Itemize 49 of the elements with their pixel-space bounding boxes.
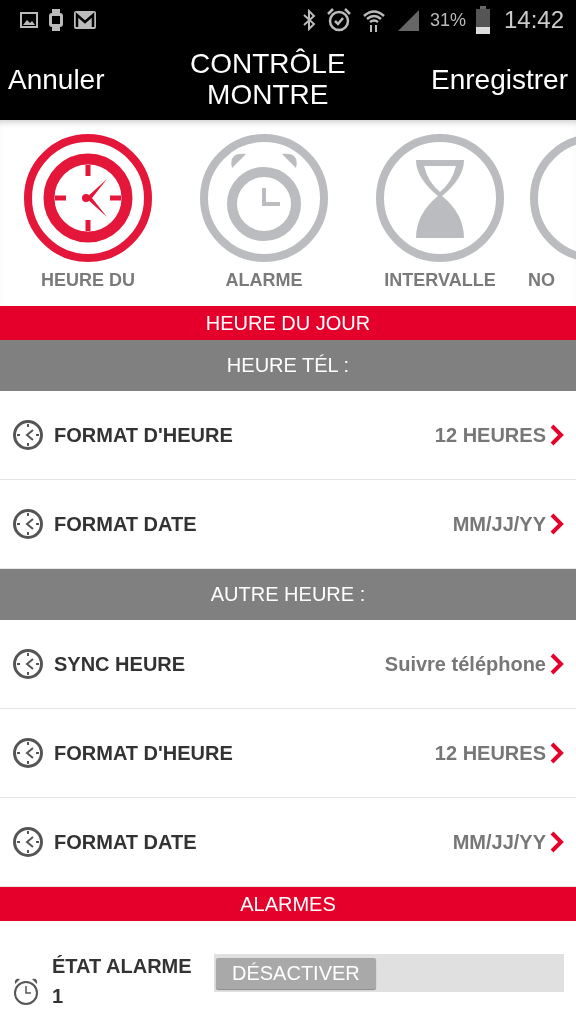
settings-row[interactable]: SYNC HEURE Suivre téléphone — [0, 620, 576, 709]
hourglass-icon — [374, 132, 506, 264]
setting-label: FORMAT DATE — [54, 512, 198, 536]
section-header: ALARMES — [0, 887, 576, 921]
setting-label: FORMAT DATE — [54, 830, 198, 854]
subsection-header: AUTRE HEURE : — [0, 569, 576, 620]
alarm-clock-icon — [325, 8, 352, 32]
screen-title: CONTRÔLE MONTRE — [189, 49, 347, 111]
mode-tab[interactable]: HEURE DU — [0, 120, 176, 306]
settings-row[interactable]: FORMAT D'HEURE 12 HEURES — [0, 391, 576, 480]
picture-icon — [20, 12, 38, 28]
clock-icon — [12, 826, 44, 858]
alarm-clock-icon — [12, 976, 40, 1006]
mail-icon — [74, 11, 96, 29]
setting-value: Suivre téléphone — [384, 652, 546, 676]
section-header: HEURE DU JOUR — [0, 306, 576, 340]
chevron-icon — [550, 424, 564, 446]
setting-value: 12 HEURES — [434, 423, 546, 447]
clock-icon — [22, 132, 154, 264]
chevron-icon — [550, 831, 564, 853]
setting-value: MM/JJ/YY — [452, 830, 546, 854]
watch-icon — [48, 9, 64, 31]
setting-value: 12 HEURES — [434, 741, 546, 765]
chevron-icon — [550, 653, 564, 675]
toggle-thumb: DÉSACTIVER — [216, 957, 376, 989]
chevron-icon — [550, 513, 564, 535]
wifi-icon — [361, 7, 386, 33]
mode-tab[interactable]: ALARME — [176, 120, 352, 306]
setting-label: FORMAT D'HEURE — [54, 741, 234, 765]
clock-icon — [12, 508, 44, 540]
setting-label: FORMAT D'HEURE — [54, 423, 234, 447]
clock-icon — [12, 419, 44, 451]
battery-icon — [475, 6, 490, 34]
setting-label: ÉTAT ALARME 1 — [52, 954, 193, 1009]
save-button[interactable]: Enregistrer — [431, 64, 568, 96]
bluetooth-icon — [301, 9, 316, 31]
subsection-header: HEURE TÉL : — [0, 340, 576, 391]
alarm-clock-icon — [198, 132, 330, 264]
mode-tab[interactable]: INTERVALLE — [352, 120, 528, 306]
setting-label: SYNC HEURE — [54, 652, 187, 676]
settings-row[interactable]: FORMAT D'HEURE 12 HEURES — [0, 709, 576, 798]
clock-time: 14:42 — [503, 6, 564, 34]
setting-value: MM/JJ/YY — [452, 512, 546, 536]
mode-tab[interactable]: NO — [528, 120, 576, 306]
clock-icon — [12, 737, 44, 769]
cancel-button[interactable]: Annuler — [8, 64, 105, 96]
chevron-icon — [550, 742, 564, 764]
battery-percent: 31% — [429, 9, 466, 31]
clock-icon — [12, 648, 44, 680]
